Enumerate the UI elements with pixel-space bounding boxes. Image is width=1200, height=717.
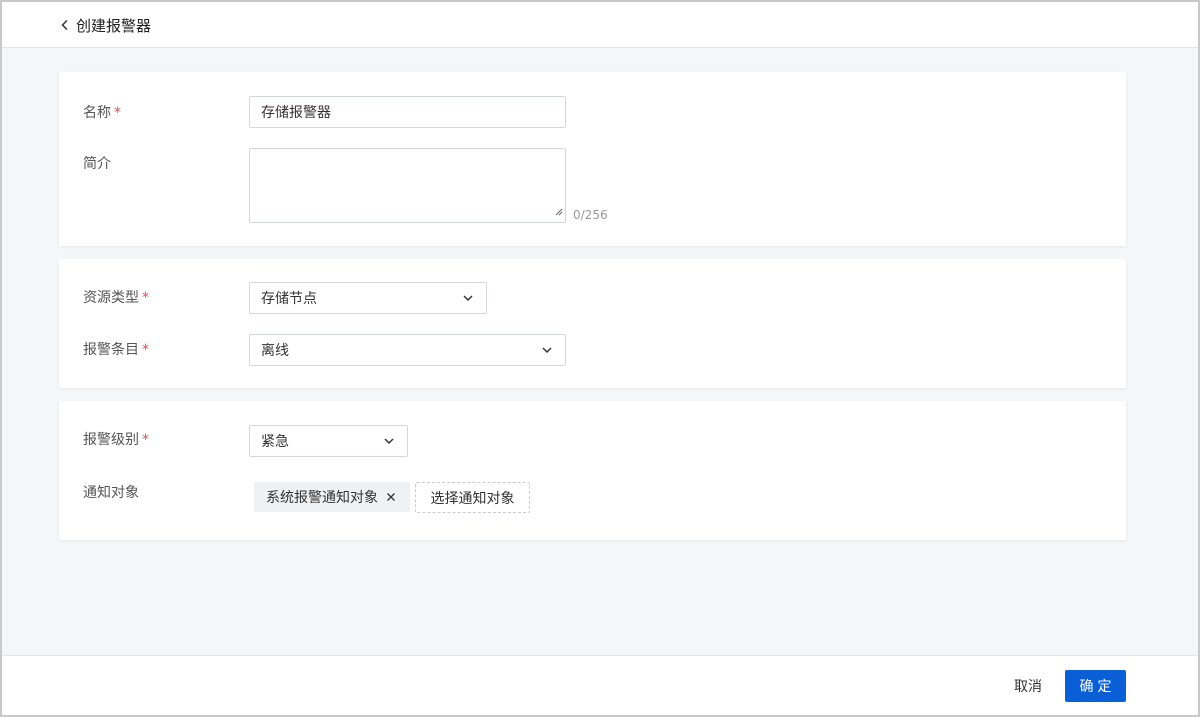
required-mark: * [142, 290, 149, 306]
alarm-level-card: 报警级别 * 紧急 通知对象 系统报警通知对象 选择通知对象 [59, 401, 1126, 540]
basic-info-card: 名称* 简介 0/256 [59, 72, 1126, 246]
select-notify-target-button[interactable]: 选择通知对象 [415, 482, 530, 513]
alarm-item-label: 报警条目 * [83, 340, 149, 360]
alarm-item-value: 离线 [261, 343, 289, 359]
close-icon[interactable] [386, 492, 396, 502]
resource-type-label: 资源类型 * [83, 288, 149, 308]
page-footer: 取消 确定 [2, 655, 1198, 715]
tag-label: 系统报警通知对象 [266, 490, 378, 506]
description-textarea[interactable] [249, 148, 566, 223]
name-input[interactable] [249, 96, 566, 128]
required-mark: * [142, 342, 149, 358]
description-label: 简介 [83, 156, 111, 172]
name-label-text: 名称 [83, 105, 111, 121]
alarm-level-label: 报警级别 * [83, 430, 149, 450]
chevron-down-icon [541, 342, 553, 358]
alarm-item-select[interactable]: 离线 [249, 334, 566, 366]
required-mark: * [114, 105, 121, 121]
resource-type-value: 存储节点 [261, 291, 317, 307]
resource-type-label-text: 资源类型 [83, 290, 139, 306]
cancel-button[interactable]: 取消 [1002, 670, 1054, 702]
chevron-left-icon [60, 19, 70, 31]
chevron-down-icon [462, 290, 474, 306]
name-label: 名称 * [83, 103, 121, 123]
alarm-level-value: 紧急 [261, 434, 289, 450]
page-title: 创建报警器 [76, 16, 152, 35]
confirm-button[interactable]: 确定 [1065, 670, 1126, 702]
alarm-level-label-text: 报警级别 [83, 432, 139, 448]
required-mark: * [142, 432, 149, 448]
alarm-item-label-text: 报警条目 [83, 342, 139, 358]
page-header: 创建报警器 [2, 2, 1198, 48]
description-counter: 0/256 [573, 208, 608, 222]
resize-handle-icon[interactable] [555, 204, 563, 220]
resource-type-select[interactable]: 存储节点 [249, 282, 487, 314]
notify-target-label: 通知对象 [83, 485, 139, 501]
chevron-down-icon [383, 433, 395, 449]
notify-target-tag: 系统报警通知对象 [254, 482, 410, 512]
back-button[interactable]: 创建报警器 [60, 13, 151, 37]
resource-card: 资源类型 * 存储节点 报警条目 * 离线 [59, 259, 1126, 388]
app-frame: 创建报警器 名称* 简介 0/256 资源类型* 存储节点 报警条目* [2, 2, 1198, 715]
alarm-level-select[interactable]: 紧急 [249, 425, 408, 457]
